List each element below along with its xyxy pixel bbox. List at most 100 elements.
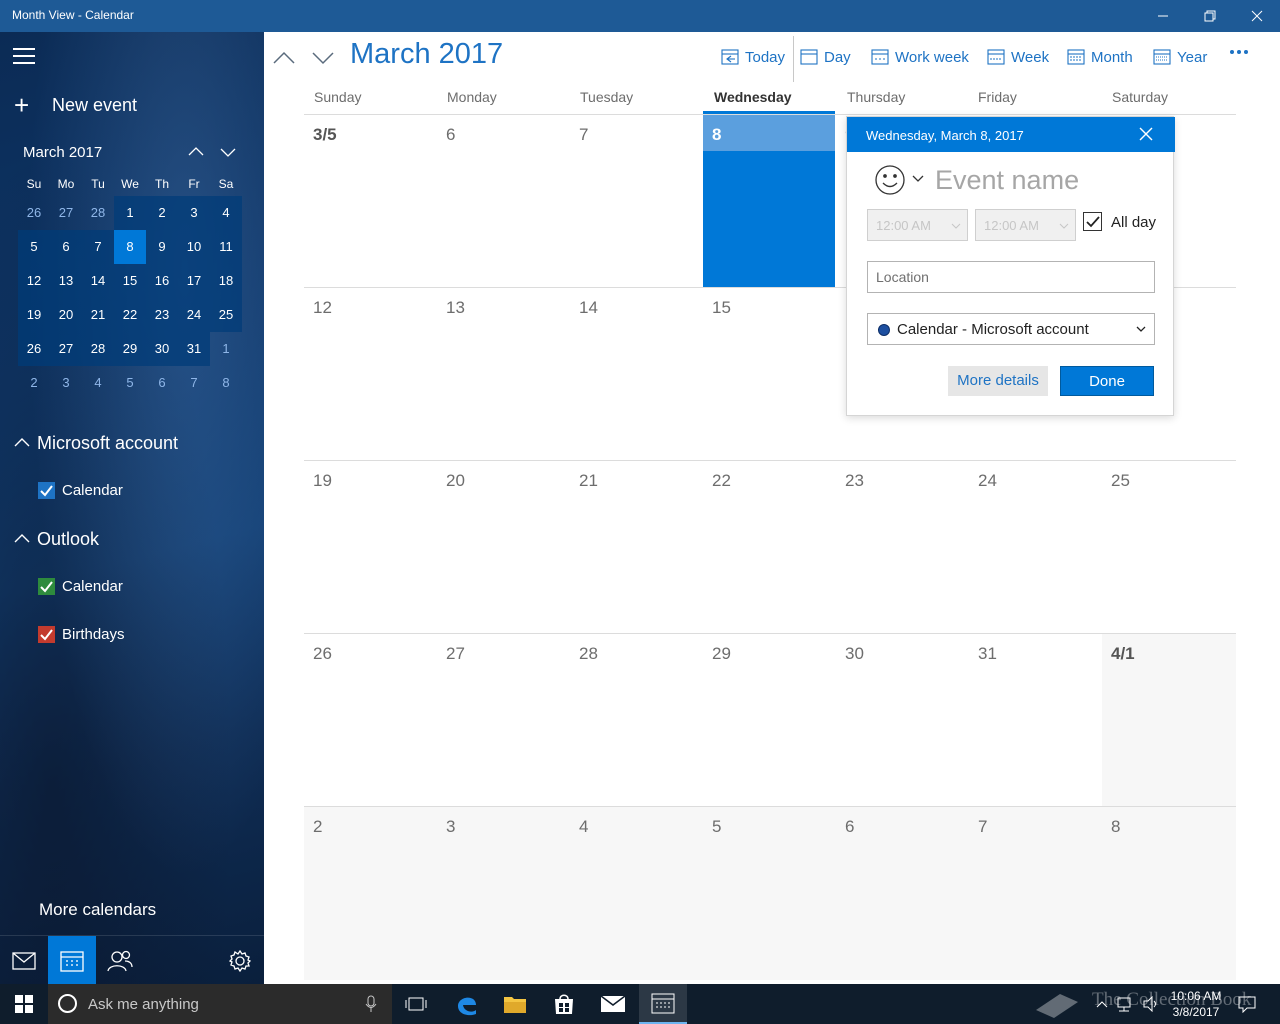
mini-calendar-day[interactable]: 20 [50, 298, 82, 332]
mini-calendar-day[interactable]: 7 [178, 366, 210, 400]
calendar-taskbar-button[interactable] [639, 984, 687, 1024]
mini-calendar-day[interactable]: 24 [178, 298, 210, 332]
month-day-cell[interactable]: 28 [570, 634, 703, 807]
location-input[interactable]: Location [867, 261, 1155, 293]
settings-button[interactable] [216, 936, 264, 984]
mini-calendar-day[interactable]: 7 [82, 230, 114, 264]
month-day-cell[interactable]: 29 [703, 634, 836, 807]
month-day-cell[interactable]: 8 [1102, 807, 1236, 980]
popup-close-button[interactable] [1139, 127, 1153, 146]
close-button[interactable] [1234, 0, 1280, 32]
calendar-select[interactable]: Calendar - Microsoft account [867, 313, 1155, 345]
mini-calendar-day[interactable]: 11 [210, 230, 242, 264]
mini-calendar-day[interactable]: 3 [50, 366, 82, 400]
month-day-cell[interactable]: 22 [703, 461, 836, 634]
mini-calendar-day[interactable]: 5 [114, 366, 146, 400]
start-time-select[interactable]: 12:00 AM [867, 209, 968, 241]
month-day-cell[interactable]: 4 [570, 807, 703, 980]
month-view-button[interactable]: Month [1067, 46, 1133, 68]
more-calendars-link[interactable]: More calendars [39, 900, 156, 920]
month-day-cell[interactable]: 31 [969, 634, 1102, 807]
mini-calendar-day[interactable]: 25 [210, 298, 242, 332]
store-button[interactable] [541, 984, 587, 1024]
show-hidden-icons-button[interactable] [1092, 984, 1112, 1024]
mail-button[interactable] [0, 936, 48, 984]
month-day-cell[interactable]: 12 [304, 288, 437, 461]
mini-calendar-day[interactable]: 2 [18, 366, 50, 400]
account-microsoft-header[interactable]: Microsoft account [14, 432, 178, 454]
start-button[interactable] [0, 984, 48, 1024]
all-day-checkbox[interactable] [1083, 212, 1102, 231]
month-day-cell[interactable]: 13 [437, 288, 570, 461]
month-day-cell[interactable]: 20 [437, 461, 570, 634]
month-day-cell[interactable]: 15 [703, 288, 836, 461]
mini-calendar-day[interactable]: 28 [82, 332, 114, 366]
mini-calendar-day[interactable]: 6 [50, 230, 82, 264]
work-week-view-button[interactable]: Work week [871, 46, 969, 68]
mini-calendar-day[interactable]: 23 [146, 298, 178, 332]
year-view-button[interactable]: Year [1153, 46, 1207, 68]
month-day-cell[interactable]: 2 [304, 807, 437, 980]
mini-calendar-day[interactable]: 9 [146, 230, 178, 264]
next-month-button[interactable] [311, 46, 335, 70]
microphone-icon[interactable] [364, 995, 378, 1013]
more-details-button[interactable]: More details [948, 366, 1048, 396]
mini-calendar-day[interactable]: 8 [114, 230, 146, 264]
calendar-toggle-outlook-birthdays[interactable]: Birthdays [38, 624, 125, 644]
month-day-cell[interactable]: 5 [703, 807, 836, 980]
volume-button[interactable] [1140, 984, 1162, 1024]
event-name-input[interactable]: Event name [935, 165, 1079, 196]
month-day-cell-selected[interactable]: 8 [703, 115, 835, 288]
calendar-button[interactable] [48, 936, 96, 984]
mini-calendar-day[interactable]: 3 [178, 196, 210, 230]
emoji-picker-button[interactable] [875, 164, 927, 201]
end-time-select[interactable]: 12:00 AM [975, 209, 1076, 241]
mini-calendar-day[interactable]: 10 [178, 230, 210, 264]
mini-calendar-day[interactable]: 21 [82, 298, 114, 332]
mini-calendar-day[interactable]: 22 [114, 298, 146, 332]
mini-calendar-day[interactable]: 19 [18, 298, 50, 332]
mini-calendar-day[interactable]: 2 [146, 196, 178, 230]
edge-browser-button[interactable] [444, 984, 490, 1024]
mini-calendar-next-button[interactable] [218, 142, 238, 162]
mini-calendar-day[interactable]: 1 [114, 196, 146, 230]
cortana-search-box[interactable]: Ask me anything [48, 984, 392, 1024]
people-button[interactable] [96, 936, 144, 984]
mini-calendar-day[interactable]: 4 [210, 196, 242, 230]
more-options-button[interactable] [1230, 50, 1248, 54]
month-day-cell[interactable]: 19 [304, 461, 437, 634]
mini-calendar-day[interactable]: 26 [18, 196, 50, 230]
file-explorer-button[interactable] [492, 984, 538, 1024]
done-button[interactable]: Done [1060, 366, 1154, 396]
new-event-button[interactable]: + New event [14, 92, 137, 118]
today-button[interactable]: Today [721, 46, 785, 68]
mini-calendar-day[interactable]: 5 [18, 230, 50, 264]
previous-month-button[interactable] [272, 46, 296, 70]
month-day-cell[interactable]: 3 [437, 807, 570, 980]
month-day-cell[interactable]: 6 [836, 807, 969, 980]
month-day-cell[interactable]: 3/5 [304, 115, 437, 288]
mini-calendar-day[interactable]: 6 [146, 366, 178, 400]
calendar-toggle-microsoft-calendar[interactable]: Calendar [38, 480, 123, 500]
week-view-button[interactable]: Week [987, 46, 1049, 68]
month-day-cell[interactable]: 23 [836, 461, 969, 634]
mini-calendar-day[interactable]: 16 [146, 264, 178, 298]
account-outlook-header[interactable]: Outlook [14, 528, 99, 550]
month-day-cell[interactable]: 6 [437, 115, 570, 288]
month-day-cell[interactable]: 24 [969, 461, 1102, 634]
month-day-cell[interactable]: 30 [836, 634, 969, 807]
restore-button[interactable] [1187, 0, 1233, 32]
mini-calendar-day[interactable]: 30 [146, 332, 178, 366]
mini-calendar-day[interactable]: 18 [210, 264, 242, 298]
mini-calendar-day[interactable]: 8 [210, 366, 242, 400]
mini-calendar-day[interactable]: 26 [18, 332, 50, 366]
mini-calendar-day[interactable]: 14 [82, 264, 114, 298]
calendar-toggle-outlook-calendar[interactable]: Calendar [38, 576, 123, 596]
month-day-cell[interactable]: 14 [570, 288, 703, 461]
action-center-button[interactable] [1236, 984, 1258, 1024]
mini-calendar-day[interactable]: 12 [18, 264, 50, 298]
mini-calendar-day[interactable]: 15 [114, 264, 146, 298]
mini-calendar-day[interactable]: 1 [210, 332, 242, 366]
month-title[interactable]: March 2017 [350, 38, 503, 71]
mini-calendar-day[interactable]: 31 [178, 332, 210, 366]
